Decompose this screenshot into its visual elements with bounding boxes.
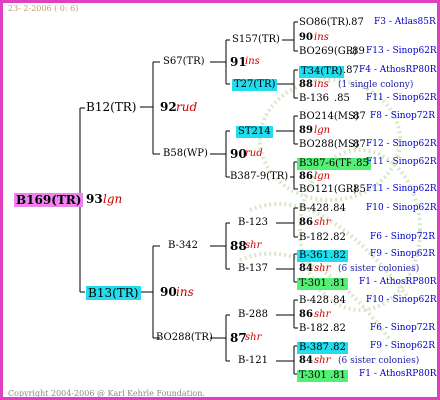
- gen4-queen[interactable]: T-301: [297, 370, 329, 382]
- gen4-gen: .82: [328, 342, 348, 354]
- root-year: 93: [86, 192, 103, 206]
- dam-line: ins: [176, 285, 194, 299]
- copyright-footer: Copyright 2004-2006 @ Karl Kehrle Founda…: [8, 389, 205, 398]
- gen3-queen[interactable]: T27(TR): [232, 79, 278, 91]
- gen3-queen[interactable]: B387-9(TR): [230, 172, 288, 182]
- gen3-line: lgn: [314, 171, 331, 182]
- colony-note: (1 single colony): [338, 80, 414, 90]
- gen4-source: F11 - Sinop62R: [366, 184, 437, 194]
- gen3-year: 86: [299, 309, 313, 320]
- gen4-source: F10 - Sinop62R: [366, 295, 437, 305]
- gen4-source: F12 - Sinop62R: [366, 139, 437, 149]
- root-queen[interactable]: B169(TR): [14, 193, 84, 207]
- gen3-year: 86: [299, 217, 313, 228]
- gen4-queen[interactable]: B-387: [297, 342, 331, 354]
- gen2-line: shr: [245, 240, 262, 251]
- colony-note: (6 sister colonies): [338, 264, 420, 274]
- gen2-queen[interactable]: BO288(TR): [156, 333, 213, 343]
- gen3-line: ins: [314, 79, 329, 90]
- gen4-gen: .85: [350, 184, 366, 195]
- gen4-gen: .82: [330, 323, 346, 334]
- gen3-line: shr: [314, 309, 331, 320]
- colony-note: (6 sister colonies): [338, 356, 420, 366]
- gen4-gen: .87: [348, 17, 364, 28]
- gen3-queen[interactable]: B-123: [238, 218, 268, 228]
- gen4-source: F9 - Sinop62R: [370, 341, 435, 351]
- gen3-queen[interactable]: ST214: [236, 126, 273, 138]
- gen4-gen: .87: [343, 65, 359, 76]
- gen4-source: F13 - Sinop62R: [366, 46, 437, 56]
- gen3-year: 84: [299, 263, 313, 274]
- gen4-source: F10 - Sinop62R: [366, 203, 437, 213]
- gen4-gen: .84: [330, 295, 346, 306]
- gen4-source: F11 - Sinop62R: [366, 157, 437, 167]
- gen3-year: 86: [299, 171, 313, 182]
- gen4-gen: .87: [350, 111, 366, 122]
- gen3-year: 90: [299, 32, 313, 43]
- gen4-gen: .89: [349, 46, 365, 57]
- gen2-queen[interactable]: S67(TR): [163, 57, 205, 67]
- dam-queen[interactable]: B13(TR): [86, 286, 141, 300]
- gen3-line: shr: [314, 355, 331, 366]
- gen4-source: F11 - Sinop62R: [366, 93, 437, 103]
- gen2-queen[interactable]: B58(WP): [163, 149, 208, 159]
- sire-year: 92: [160, 100, 177, 114]
- gen4-queen[interactable]: B-428: [299, 204, 329, 214]
- gen4-gen: .82: [330, 232, 346, 243]
- gen4-queen[interactable]: B-136: [299, 94, 329, 104]
- gen2-queen[interactable]: B-342: [168, 241, 198, 251]
- gen3-line: shr: [314, 217, 331, 228]
- gen2-line: rud: [245, 148, 263, 159]
- gen3-year: 89: [299, 125, 313, 136]
- gen4-gen: .81: [328, 278, 348, 290]
- sire-queen[interactable]: B12(TR): [86, 101, 137, 113]
- gen4-queen[interactable]: B-428: [299, 296, 329, 306]
- gen3-queen[interactable]: B-288: [238, 310, 268, 320]
- gen4-source: F8 - Sinop72R: [370, 111, 435, 121]
- gen4-source: F9 - Sinop62R: [370, 249, 435, 259]
- gen3-line: ins: [314, 32, 329, 43]
- root-line: lgn: [103, 192, 123, 206]
- gen4-queen[interactable]: T-301: [297, 278, 329, 290]
- gen4-queen[interactable]: T34(TR): [299, 66, 345, 78]
- gen4-queen[interactable]: SO86(TR): [299, 18, 349, 28]
- gen4-queen[interactable]: B-182: [299, 233, 329, 243]
- gen4-gen: .84: [330, 203, 346, 214]
- gen3-line: shr: [314, 263, 331, 274]
- gen2-line: ins: [245, 56, 260, 67]
- gen4-queen[interactable]: B-361: [297, 250, 331, 262]
- gen2-line: shr: [245, 332, 262, 343]
- sire-line: rud: [176, 100, 198, 114]
- gen4-queen[interactable]: BO121(GR): [299, 185, 357, 195]
- gen4-source: F3 - Atlas85R: [374, 17, 436, 27]
- gen4-source: F1 - AthosRP80R: [359, 369, 437, 379]
- gen3-year: 84: [299, 355, 313, 366]
- gen3-queen[interactable]: S157(TR): [232, 35, 280, 45]
- gen4-queen[interactable]: B-182: [299, 324, 329, 334]
- gen4-source: F6 - Sinop72R: [370, 232, 435, 242]
- gen4-gen: .82: [328, 250, 348, 262]
- gen4-source: F4 - AthosRP80R: [359, 65, 437, 75]
- gen3-year: 88: [299, 79, 313, 90]
- gen4-source: F6 - Sinop72R: [370, 323, 435, 333]
- gen3-line: lgn: [314, 125, 331, 136]
- gen4-gen: .85: [334, 93, 350, 104]
- gen3-queen[interactable]: B-121: [238, 356, 268, 366]
- gen3-queen[interactable]: B-137: [238, 264, 268, 274]
- dam-year: 90: [160, 285, 177, 299]
- gen4-source: F1 - AthosRP80R: [359, 277, 437, 287]
- gen4-gen: .87: [350, 139, 366, 150]
- gen4-gen: .81: [328, 370, 348, 382]
- gen4-queen[interactable]: B387-6(TR): [297, 158, 360, 170]
